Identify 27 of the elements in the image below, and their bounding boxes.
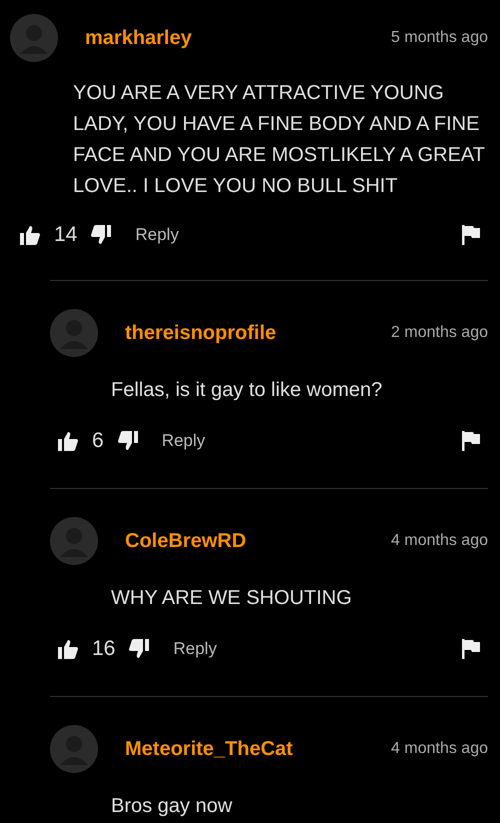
username-link[interactable]: thereisnoprofile — [125, 322, 276, 344]
like-count: 16 — [92, 637, 116, 661]
timestamp: 5 months ago — [391, 29, 488, 47]
username-link[interactable]: markharley — [85, 26, 192, 50]
like-count: 6 — [92, 429, 104, 453]
reply-link[interactable]: Reply — [173, 639, 217, 659]
comment-text: WHY ARE WE SHOUTING — [111, 586, 353, 611]
flag-icon[interactable] — [462, 639, 480, 659]
thumbs-up-icon[interactable] — [20, 225, 40, 245]
username-link[interactable]: ColeBrewRD — [125, 530, 246, 552]
timestamp: 4 months ago — [391, 740, 488, 758]
timestamp: 4 months ago — [391, 532, 488, 550]
thumbs-down-icon[interactable] — [118, 431, 138, 451]
thumbs-down-icon[interactable] — [129, 639, 150, 659]
comment-text: Bros gay now — [111, 794, 234, 819]
username-link[interactable]: Meteorite_TheCat — [125, 738, 293, 760]
reply-link[interactable]: Reply — [162, 431, 206, 451]
thumbs-down-icon[interactable] — [91, 225, 112, 245]
comment-text: Fellas, is it gay to like women? — [111, 378, 384, 403]
flag-icon[interactable] — [462, 431, 480, 451]
thumbs-up-icon[interactable] — [58, 431, 78, 451]
timestamp: 2 months ago — [391, 324, 488, 342]
like-count: 14 — [54, 223, 78, 247]
thumbs-up-icon[interactable] — [58, 639, 78, 659]
comment-text: YOU ARE A VERY ATTRACTIVE YOUNG LADY, YOU HAVE A FINE BODY AND A FINE FACE AND YOU ARE MOSTLIKELY A GREAT LOVE.. I LOVE YOU NO BULL SHIT — [73, 81, 486, 199]
flag-icon[interactable] — [462, 225, 480, 245]
reply-link[interactable]: Reply — [135, 225, 179, 245]
